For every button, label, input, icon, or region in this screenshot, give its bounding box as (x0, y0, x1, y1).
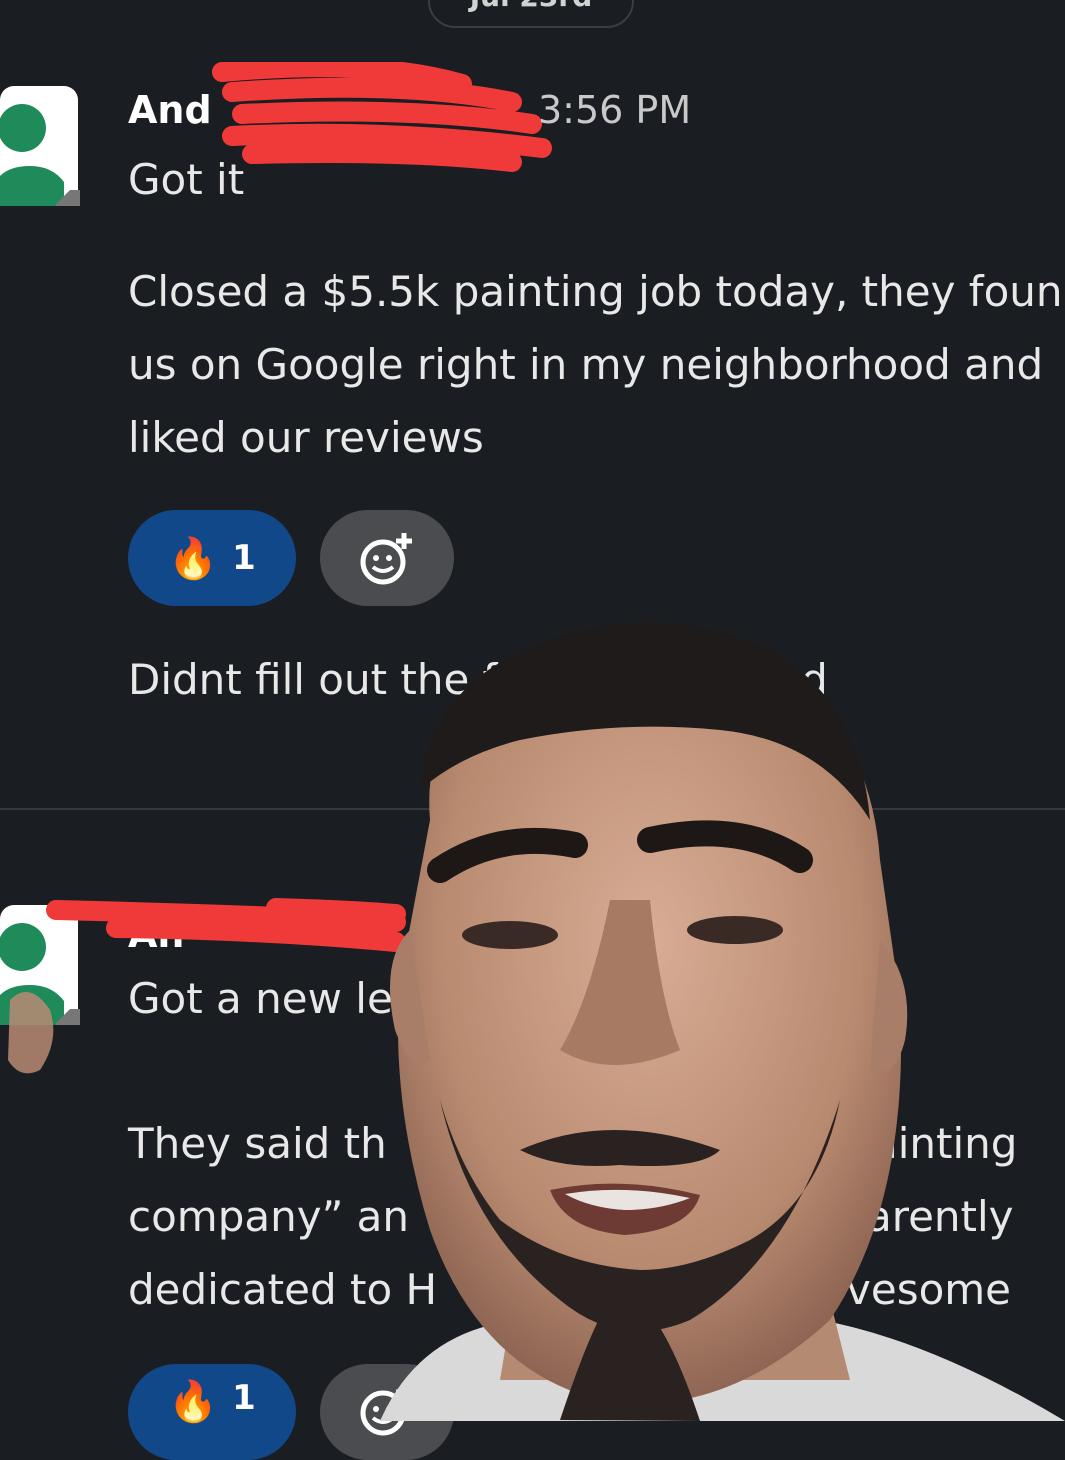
fire-reaction[interactable]: 🔥 1 (128, 510, 296, 606)
message-text-line: lled (752, 655, 828, 704)
message-text-line: Got it (128, 155, 245, 204)
redaction-scribble (212, 62, 552, 172)
sender-name[interactable]: And (128, 88, 212, 132)
fire-icon: 🔥 (168, 1379, 219, 1425)
add-reaction-button[interactable] (320, 1364, 454, 1460)
reaction-count: 1 (232, 1378, 256, 1418)
message-text-line: They said th (128, 1119, 387, 1168)
message-time[interactable]: 3:56 PM (538, 88, 691, 132)
message-text-line: us on Google right in my neighborhood an… (128, 340, 1044, 389)
message-text-line: vesome (846, 1265, 1012, 1314)
redaction-scribble (46, 898, 406, 952)
add-reaction-button[interactable] (320, 510, 454, 606)
message-text-line: Got a new le (128, 974, 393, 1023)
message-text-line: Closed a $5.5k painting job today, they … (128, 267, 1063, 316)
message-text-line: arently (866, 1192, 1014, 1241)
message-text-line: liked our reviews (128, 413, 484, 462)
reaction-count: 1 (232, 538, 256, 578)
add-emoji-icon (360, 533, 412, 585)
message-text-line: dedicated to H (128, 1265, 438, 1314)
message-text-line: ainting (872, 1119, 1018, 1168)
fire-reaction[interactable]: 🔥 1 (128, 1364, 296, 1460)
message-text-line: company” an (128, 1192, 410, 1241)
date-separator[interactable]: Jul 23rd (428, 0, 634, 28)
fire-icon: 🔥 (168, 535, 219, 582)
message-text-line: Didnt fill out the f (128, 655, 498, 704)
user-avatar-icon[interactable] (0, 86, 80, 206)
hand-overlay (8, 992, 54, 1074)
add-emoji-icon (360, 1384, 412, 1436)
message-divider (0, 808, 1065, 810)
